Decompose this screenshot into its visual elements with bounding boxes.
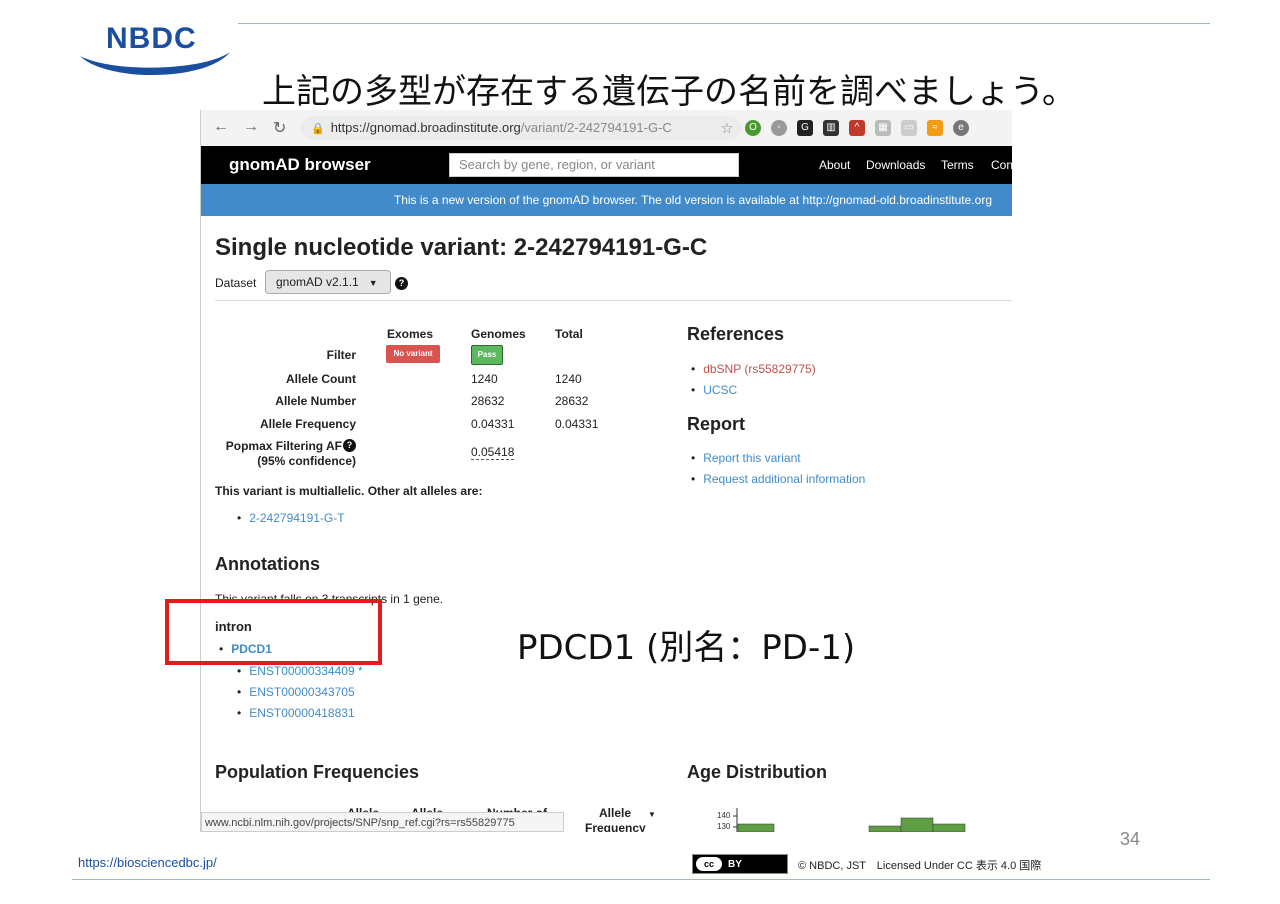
nav-terms[interactable]: Terms: [941, 158, 974, 172]
sort-down-icon[interactable]: ▼: [648, 810, 656, 819]
browser-toolbar: ← → ↻ 🔒 https://gnomad.broadinstitute.org…: [201, 110, 1012, 146]
nav-about[interactable]: About: [819, 158, 850, 172]
forward-icon[interactable]: →: [243, 118, 259, 136]
report-item-1: Report this variant: [691, 451, 800, 465]
search-input[interactable]: Search by gene, region, or variant: [449, 153, 739, 177]
extension-icons: ☆ O ◦ G ▥ ^ ▦ ▭ ≈ e: [719, 120, 969, 136]
age-tick-130: 130: [717, 822, 731, 831]
report-item-2: Request additional information: [691, 472, 865, 486]
extension-gray-icon[interactable]: ◦: [771, 120, 787, 136]
transcript-link-2[interactable]: ENST00000343705: [249, 685, 354, 699]
url-path: /variant/2-242794191-G-C: [520, 120, 672, 135]
report-variant-link[interactable]: Report this variant: [703, 451, 800, 465]
back-icon[interactable]: ←: [213, 118, 229, 136]
genomes-filter-badge: Pass: [471, 345, 503, 365]
request-info-link[interactable]: Request additional information: [703, 472, 865, 486]
reference-item-dbsnp: dbSNP (rs55829775): [691, 362, 816, 376]
address-bar[interactable]: 🔒 https://gnomad.broadinstitute.org/varia…: [301, 116, 741, 140]
cc-icon: cc: [696, 857, 722, 871]
highlight-box: [165, 599, 382, 665]
row-allele-number-label: Allele Number: [275, 394, 356, 408]
transcript-link-1[interactable]: ENST00000334409 *: [249, 664, 362, 678]
transcript-item-2: ENST00000343705: [237, 685, 354, 699]
url-host: https://gnomad.broadinstitute.org: [330, 120, 521, 135]
total-allele-frequency: 0.04331: [555, 417, 599, 431]
pop-col-frequency[interactable]: Frequency: [585, 821, 646, 832]
other-allele-item: 2-242794191-G-T: [237, 511, 344, 525]
extension-circle-icon[interactable]: e: [953, 120, 969, 136]
total-allele-number: 28632: [555, 394, 589, 408]
nbdc-logo: NBDC: [106, 22, 197, 55]
ucsc-link[interactable]: UCSC: [703, 383, 737, 397]
footer-url[interactable]: https://biosciencedbc.jp/: [78, 855, 217, 870]
divider: [215, 300, 1012, 301]
row-allele-count-label: Allele Count: [285, 372, 356, 386]
age-bar-1: [737, 823, 775, 832]
reload-icon[interactable]: ↻: [273, 118, 286, 138]
site-header: gnomAD browser Search by gene, region, o…: [201, 146, 1012, 184]
pop-col-allele-3: Allele: [599, 806, 632, 820]
dbsnp-link[interactable]: dbSNP (rs55829775): [703, 362, 816, 376]
population-title: Population Frequencies: [215, 762, 420, 782]
age-bar-2: [868, 825, 902, 832]
browser-screenshot: ← → ↻ 🔒 https://gnomad.broadinstitute.org…: [200, 110, 1012, 832]
row-filter-label: Filter: [326, 348, 356, 362]
dataset-label: Dataset: [215, 276, 257, 290]
bottom-rule: [72, 879, 1210, 880]
col-genomes: Genomes: [471, 327, 526, 341]
star-icon[interactable]: ☆: [719, 120, 735, 136]
dataset-select[interactable]: gnomAD v2.1.1 ▼: [265, 270, 391, 294]
notice-banner: This is a new version of the gnomAD brow…: [201, 184, 1012, 216]
transcript-link-3[interactable]: ENST00000418831: [249, 706, 354, 720]
genomes-popmax[interactable]: 0.05418: [471, 445, 515, 460]
row-popmax-label-2: (95% confidence): [257, 454, 356, 468]
extension-red-icon[interactable]: ^: [849, 120, 865, 136]
genomes-allele-count: 1240: [471, 372, 498, 386]
transcript-item-3: ENST00000418831: [237, 706, 354, 720]
cc-by-label: BY: [728, 858, 742, 870]
report-title: Report: [687, 414, 745, 434]
answer-overlay: PDCD1 (別名：PD-1): [517, 628, 856, 668]
col-total: Total: [555, 327, 583, 341]
col-exomes: Exomes: [387, 327, 434, 341]
row-popmax-label: Popmax Filtering AF: [225, 439, 342, 453]
extension-green-icon[interactable]: O: [745, 120, 761, 136]
extension-trash-icon[interactable]: ▥: [823, 120, 839, 136]
references-title: References: [687, 324, 785, 344]
extension-chat-icon[interactable]: ▭: [901, 120, 917, 136]
cc-license-badge: cc BY: [692, 854, 788, 874]
lock-icon: 🔒: [311, 123, 325, 135]
age-bar-3: [900, 817, 934, 832]
extension-dark-icon[interactable]: G: [797, 120, 813, 136]
nav-contact[interactable]: Con: [991, 158, 1012, 172]
dataset-value: gnomAD v2.1.1: [276, 275, 359, 289]
exomes-filter-badge: No variant: [386, 345, 440, 363]
genomes-allele-frequency: 0.04331: [471, 417, 515, 431]
site-brand[interactable]: gnomAD browser: [229, 155, 371, 175]
genomes-allele-number: 28632: [471, 394, 505, 408]
nav-downloads[interactable]: Downloads: [866, 158, 925, 172]
top-rule: [238, 23, 1210, 24]
license-text: © NBDC, JST Licensed Under CC 表示 4.0 国際: [798, 860, 1042, 872]
row-allele-frequency-label: Allele Frequency: [259, 417, 356, 431]
other-allele-link[interactable]: 2-242794191-G-T: [249, 511, 344, 525]
age-bar-4: [932, 823, 966, 832]
page-number: 34: [1120, 829, 1141, 849]
age-title: Age Distribution: [687, 762, 827, 782]
slide-title: 上記の多型が存在する遺伝子の名前を調べましょう。: [262, 72, 1076, 112]
caret-down-icon: ▼: [368, 278, 378, 288]
age-tick-140: 140: [717, 811, 731, 820]
annotations-title: Annotations: [215, 554, 320, 574]
variant-heading: Single nucleotide variant: 2-242794191-G…: [215, 234, 708, 261]
total-allele-count: 1240: [555, 372, 582, 386]
multiallelic-note: This variant is multiallelic. Other alt …: [215, 484, 483, 498]
rss-icon[interactable]: ≈: [927, 120, 943, 136]
reference-item-ucsc: UCSC: [691, 383, 737, 397]
transcript-item-1: ENST00000334409 *: [237, 664, 362, 678]
status-bar-url: www.ncbi.nlm.nih.gov/projects/SNP/snp_re…: [201, 812, 564, 832]
popmax-help-icon[interactable]: ?: [343, 439, 356, 452]
help-icon[interactable]: ?: [395, 277, 408, 290]
extension-qr-icon[interactable]: ▦: [875, 120, 891, 136]
age-histogram: 140 130: [717, 808, 966, 832]
